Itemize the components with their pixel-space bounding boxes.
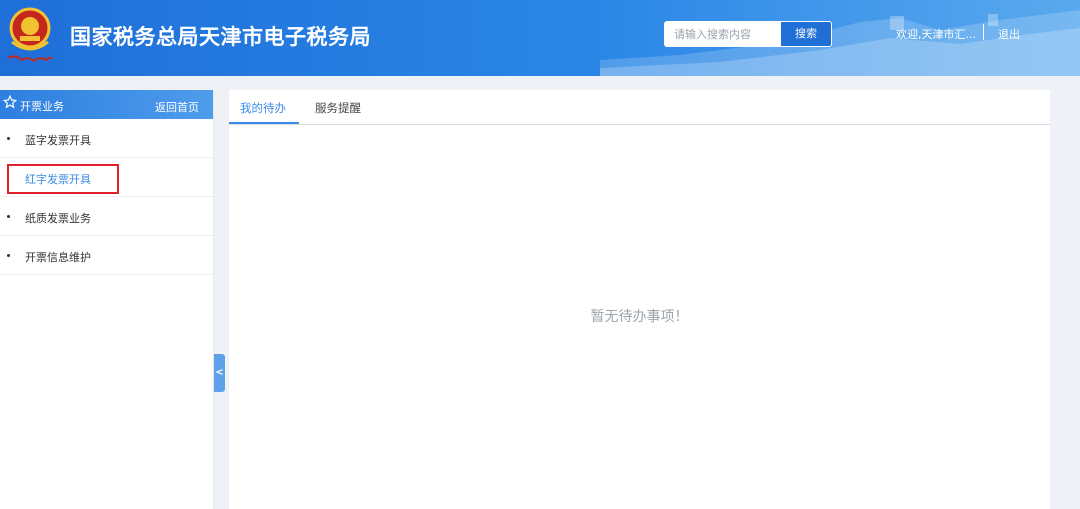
search-input[interactable]	[665, 22, 773, 46]
tab-bar: 我的待办 服务提醒	[229, 90, 1050, 125]
search-button[interactable]: 搜索	[781, 22, 831, 46]
tab-service-reminder[interactable]: 服务提醒	[315, 100, 361, 116]
return-home-link[interactable]: 返回首页	[155, 99, 199, 115]
sidebar-item-blue-invoice[interactable]: 蓝字发票开具	[0, 119, 213, 158]
main-panel: 我的待办 服务提醒 暂无待办事项！	[229, 90, 1050, 509]
star-icon	[3, 95, 17, 109]
welcome-text: 欢迎,天津市汇...	[896, 28, 976, 41]
sidebar-item-label: 开票信息维护	[25, 251, 91, 264]
tax-emblem-icon	[7, 7, 53, 63]
sidebar-item-label: 蓝字发票开具	[25, 134, 91, 147]
sidebar-title: 开票业务	[20, 100, 64, 113]
logout-link[interactable]: 退出	[998, 26, 1020, 42]
chevron-left-icon[interactable]: <	[214, 354, 225, 392]
bullet-icon	[7, 137, 10, 140]
active-tab-indicator	[229, 122, 299, 124]
sidebar-menu: 蓝字发票开具 红字发票开具 纸质发票业务 开票信息维护	[0, 119, 213, 275]
empty-state-text: 暂无待办事项！	[590, 309, 689, 325]
sidebar-item-paper-invoice[interactable]: 纸质发票业务	[0, 197, 213, 236]
top-header: 国家税务总局天津市电子税务局 搜索 欢迎,天津市汇... 退出	[0, 0, 1080, 76]
sidebar-item-invoice-info[interactable]: 开票信息维护	[0, 236, 213, 275]
tab-my-todo[interactable]: 我的待办	[240, 100, 286, 116]
header-divider	[983, 24, 984, 40]
site-title: 国家税务总局天津市电子税务局	[70, 25, 371, 49]
sidebar-item-label: 纸质发票业务	[25, 212, 91, 225]
bullet-icon	[7, 215, 10, 218]
annotation-highlight-box	[7, 164, 119, 194]
sidebar-header: 开票业务 返回首页	[0, 90, 213, 119]
bullet-icon	[7, 254, 10, 257]
sidebar: 开票业务 返回首页 蓝字发票开具 红字发票开具 纸质发票业务 开票信息维护	[0, 90, 214, 509]
search-box: 搜索	[664, 21, 832, 47]
